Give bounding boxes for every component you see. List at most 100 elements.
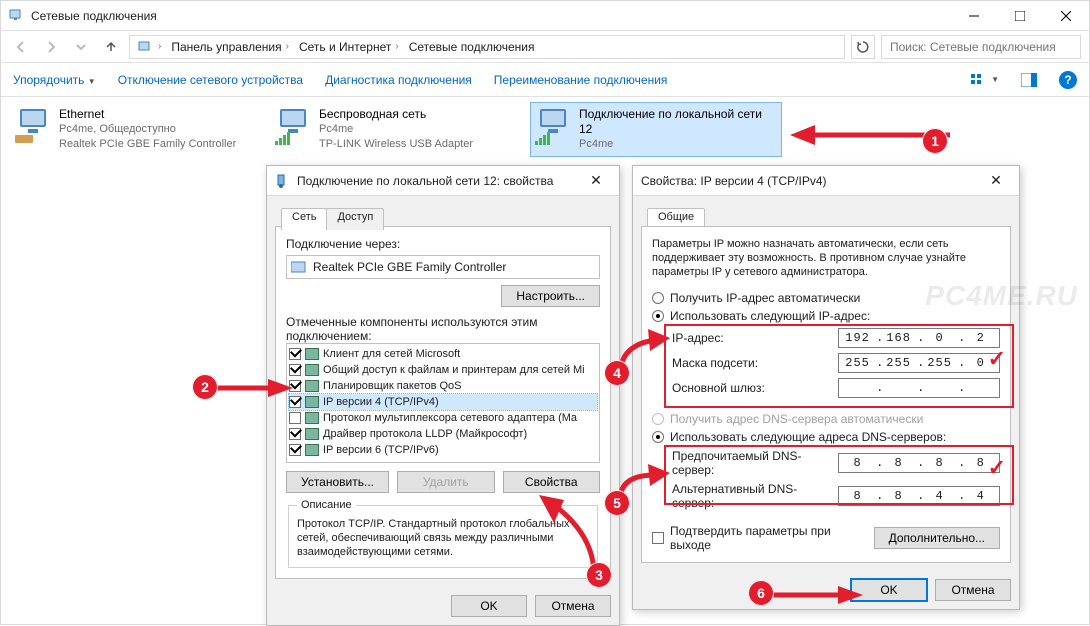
connect-using-label: Подключение через: [286,237,600,251]
nav-up-button[interactable] [99,35,123,59]
adapter-device: Realtek PCIe GBE Family Controller [59,137,236,152]
dialog-titlebar[interactable]: Подключение по локальной сети 12: свойст… [267,166,619,196]
radio-dns-auto: Получить адрес DNS-сервера автоматически [652,412,1000,426]
connect-using-value: Realtek PCIe GBE Family Controller [313,260,506,274]
label-dns2: Альтернативный DNS-сервер: [672,482,838,510]
validate-checkbox[interactable] [652,532,664,544]
adapter-status: Pc4me [579,137,777,152]
connection-properties-dialog: Подключение по локальной сети 12: свойст… [266,165,620,626]
nav-recent-button[interactable] [69,35,93,59]
help-button[interactable]: ? [1059,71,1077,89]
adapter-icon [535,107,571,143]
label-dns1: Предпочитаемый DNS-сервер: [672,449,838,477]
cmd-organize[interactable]: Упорядочить ▼ [13,73,96,87]
breadcrumb-root-icon[interactable]: › [134,39,165,55]
properties-button[interactable]: Свойства [503,471,601,493]
description-label: Описание [297,499,356,511]
cancel-button[interactable]: Отмена [935,579,1011,601]
component-item[interactable]: IP версии 6 (TCP/IPv6) [289,442,597,458]
adapter-device: TP-LINK Wireless USB Adapter [319,137,473,152]
label-ip: IP-адрес: [672,331,838,345]
nav-forward-button[interactable] [39,35,63,59]
breadcrumb[interactable]: › Панель управления› Сеть и Интернет› Се… [129,35,845,59]
tab-network[interactable]: Сеть [281,208,327,230]
component-item[interactable]: Планировщик пакетов QoS [289,378,597,394]
ip-address-field[interactable]: 192. 168. 0. 2 [838,328,1000,348]
adapter-status: Pc4me, Общедоступно [59,122,236,137]
close-icon[interactable]: ✕ [581,172,611,189]
label-mask: Маска подсети: [672,356,838,370]
breadcrumb-item[interactable]: Сеть и Интернет› [295,40,403,54]
address-bar: › Панель управления› Сеть и Интернет› Се… [1,31,1089,63]
adapter-name: Ethernet [59,107,236,122]
close-icon[interactable]: ✕ [981,172,1011,189]
remove-button[interactable]: Удалить [397,471,495,493]
maximize-button[interactable] [997,1,1043,31]
preferred-dns-field[interactable]: 8. 8. 8. 8 [838,453,1000,473]
ipv4-info-text: Параметры IP можно назначать автоматичес… [652,237,1000,279]
window-titlebar: Сетевые подключения [1,1,1089,31]
annotation-marker-1: 1 [922,128,948,154]
dialog-title: Свойства: IP версии 4 (TCP/IPv4) [641,174,981,188]
component-item-ipv4[interactable]: IP версии 4 (TCP/IPv4) [289,394,597,410]
adapter-item-lan12[interactable]: Подключение по локальной сети 12 Pc4me [531,103,781,156]
preview-pane-button[interactable] [1021,73,1037,87]
adapter-icon [15,107,51,143]
cmd-rename[interactable]: Переименование подключения [494,73,668,87]
watermark: PC4ME.RU [925,280,1078,312]
component-item[interactable]: Драйвер протокола LLDP (Майкрософт) [289,426,597,442]
validate-label: Подтвердить параметры при выходе [670,524,874,552]
search-input[interactable] [888,39,1074,55]
component-item[interactable]: Клиент для сетей Microsoft [289,346,597,362]
component-item[interactable]: Общий доступ к файлам и принтерам для се… [289,362,597,378]
dialog-title: Подключение по локальной сети 12: свойст… [291,174,581,188]
cancel-button[interactable]: Отмена [535,595,611,617]
label-gateway: Основной шлюз: [672,381,838,395]
tab-access[interactable]: Доступ [326,208,384,230]
advanced-button[interactable]: Дополнительно... [874,527,1000,549]
alternate-dns-field[interactable]: 8. 8. 4. 4 [838,486,1000,506]
ok-button[interactable]: OK [451,595,527,617]
annotation-marker-4: 4 [604,360,630,386]
refresh-button[interactable] [851,35,875,59]
description-text: Протокол TCP/IP. Стандартный протокол гл… [297,517,589,559]
nav-back-button[interactable] [9,35,33,59]
adapter-item-ethernet[interactable]: Ethernet Pc4me, Общедоступно Realtek PCI… [11,103,261,156]
cmd-diagnose[interactable]: Диагностика подключения [325,73,472,87]
adapter-icon [275,107,311,143]
adapter-item-wifi[interactable]: Беспроводная сеть Pc4me TP-LINK Wireless… [271,103,521,156]
search-box[interactable] [881,35,1081,59]
ipv4-properties-dialog: Свойства: IP версии 4 (TCP/IPv4) ✕ Общие… [632,165,1020,610]
connect-using-field: Realtek PCIe GBE Family Controller [286,255,600,279]
command-bar: Упорядочить ▼ Отключение сетевого устрой… [1,63,1089,97]
annotation-check-icon: ✓ [988,346,1006,372]
app-icon [9,8,25,24]
install-button[interactable]: Установить... [286,471,389,493]
radio-dns-static[interactable]: Использовать следующие адреса DNS-сервер… [652,430,1000,444]
annotation-check-icon: ✓ [988,455,1006,481]
gateway-field[interactable]: . . . [838,378,1000,398]
annotation-marker-6: 6 [748,580,774,606]
breadcrumb-item[interactable]: Сетевые подключения [405,40,539,54]
subnet-mask-field[interactable]: 255. 255. 255. 0 [838,353,1000,373]
component-item[interactable]: Протокол мультиплексора сетевого адаптер… [289,410,597,426]
nic-icon [291,260,307,274]
adapter-name: Беспроводная сеть [319,107,473,122]
ok-button[interactable]: OK [851,579,927,601]
cmd-disable[interactable]: Отключение сетевого устройства [118,73,303,87]
window-title: Сетевые подключения [31,9,157,23]
dialog-icon [275,173,291,189]
adapter-name: Подключение по локальной сети 12 [579,107,777,137]
close-button[interactable] [1043,1,1089,31]
adapter-status: Pc4me [319,122,473,137]
annotation-marker-3: 3 [586,562,612,588]
components-list[interactable]: Клиент для сетей Microsoft Общий доступ … [286,343,600,463]
minimize-button[interactable] [951,1,997,31]
components-label: Отмеченные компоненты используются этим … [286,315,600,343]
annotation-marker-5: 5 [604,490,630,516]
view-options-button[interactable]: ▼ [971,73,999,87]
configure-button[interactable]: Настроить... [501,285,600,307]
annotation-marker-2: 2 [192,374,218,400]
dialog-titlebar[interactable]: Свойства: IP версии 4 (TCP/IPv4) ✕ [633,166,1019,196]
breadcrumb-item[interactable]: Панель управления› [167,40,293,54]
